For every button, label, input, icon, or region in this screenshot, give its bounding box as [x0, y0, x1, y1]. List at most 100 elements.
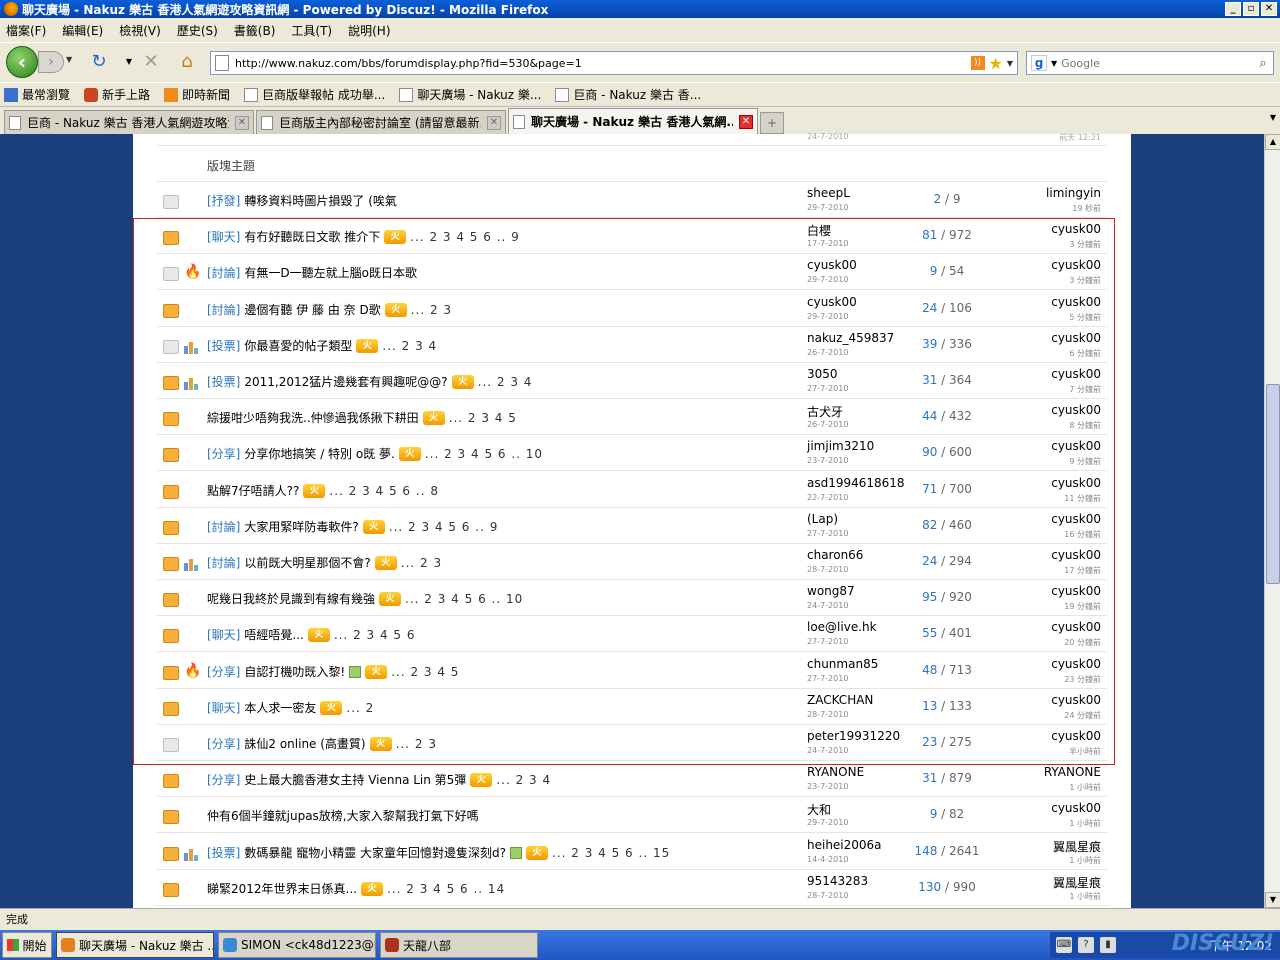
thread-category-link[interactable]: [投票]: [207, 337, 240, 354]
url-text[interactable]: http://www.nakuz.com/bbs/forumdisplay.ph…: [235, 57, 971, 70]
thread-title-link[interactable]: 睇緊2012年世界末日係真...: [207, 880, 357, 897]
last-post-time[interactable]: 3 分鐘前: [1069, 239, 1101, 250]
folder-icon[interactable]: [163, 593, 179, 607]
last-poster-link[interactable]: cyusk00: [1051, 367, 1101, 381]
scroll-thumb[interactable]: [1266, 384, 1280, 584]
folder-icon[interactable]: [163, 267, 179, 281]
thread-title-link[interactable]: 綜援咁少唔夠我洗..仲慘過我係揪下耕田: [207, 409, 419, 426]
last-poster-link[interactable]: cyusk00: [1051, 584, 1101, 598]
bookmark-jushang[interactable]: 巨商 - Nakuz 樂古 香...: [555, 86, 701, 103]
thread-author-link[interactable]: 古犬牙: [807, 403, 843, 420]
thread-title-link[interactable]: 數碼暴龍 寵物小精靈 大家童年回憶對邊隻深刻d?: [244, 844, 506, 861]
menu-file[interactable]: 檔案(F): [6, 22, 46, 39]
thread-category-link[interactable]: [投票]: [207, 373, 240, 390]
scroll-down-icon[interactable]: ▼: [1265, 892, 1280, 908]
menu-tools[interactable]: 工具(T): [291, 22, 332, 39]
last-poster-link[interactable]: cyusk00: [1051, 476, 1101, 490]
last-poster-link[interactable]: cyusk00: [1051, 657, 1101, 671]
last-post-time[interactable]: 20 分鐘前: [1064, 637, 1101, 648]
folder-icon[interactable]: [163, 448, 179, 462]
thread-category-link[interactable]: [聊天]: [207, 228, 240, 245]
thread-author-link[interactable]: cyusk00: [807, 258, 857, 272]
thread-category-link[interactable]: [討論]: [207, 554, 240, 571]
thread-author-link[interactable]: cyusk00: [807, 295, 857, 309]
reload-icon[interactable]: ↻: [88, 51, 110, 73]
folder-icon[interactable]: [163, 376, 179, 390]
last-post-time[interactable]: 19 分鐘前: [1064, 601, 1101, 612]
thread-page-links[interactable]: ... 2 3 4 5: [449, 411, 517, 425]
menu-edit[interactable]: 編輯(E): [62, 22, 103, 39]
bookmark-star-icon[interactable]: ★: [989, 54, 1003, 73]
thread-category-link[interactable]: [分享]: [207, 735, 240, 752]
thread-category-link[interactable]: [討論]: [207, 518, 240, 535]
thread-title-link[interactable]: 唔經唔覺...: [244, 626, 303, 643]
close-tab-icon[interactable]: ✕: [739, 114, 753, 129]
folder-icon[interactable]: [163, 629, 179, 643]
folder-icon[interactable]: [163, 304, 179, 318]
thread-page-links[interactable]: ... 2 3: [396, 737, 437, 751]
last-poster-link[interactable]: cyusk00: [1051, 729, 1101, 743]
thread-category-link[interactable]: [抒發]: [207, 192, 240, 209]
thread-title-link[interactable]: 分享你地搞笑 / 特別 o既 夢.: [244, 445, 394, 462]
last-poster-link[interactable]: 翼風星痕: [1053, 874, 1101, 891]
close-button[interactable]: ✕: [1261, 2, 1277, 16]
last-poster-link[interactable]: cyusk00: [1051, 620, 1101, 634]
folder-icon[interactable]: [163, 521, 179, 535]
last-poster-link[interactable]: cyusk00: [1051, 548, 1101, 562]
thread-author-link[interactable]: RYANONE: [807, 765, 864, 779]
folder-icon[interactable]: [163, 557, 179, 571]
close-tab-icon[interactable]: ✕: [487, 115, 501, 130]
thread-title-link[interactable]: 誅仙2 online (高畫質): [244, 735, 365, 752]
thread-page-links[interactable]: ... 2 3 4: [382, 339, 437, 353]
bookmark-getting-started[interactable]: 新手上路: [84, 86, 150, 103]
last-post-time[interactable]: 7 分鐘前: [1069, 384, 1101, 395]
new-tab-button[interactable]: +: [760, 112, 784, 134]
last-poster-link[interactable]: cyusk00: [1051, 258, 1101, 272]
last-post-time[interactable]: 9 分鐘前: [1069, 456, 1101, 467]
last-post-time[interactable]: 11 分鐘前: [1064, 493, 1101, 504]
thread-author-link[interactable]: 3050: [807, 367, 838, 381]
network-icon[interactable]: ▮: [1100, 937, 1116, 953]
tab-chat-plaza[interactable]: 聊天廣場 - Nakuz 樂古 香港人氣網... ✕: [508, 108, 758, 134]
thread-author-link[interactable]: loe@live.hk: [807, 620, 877, 634]
thread-page-links[interactable]: ... 2 3: [401, 556, 442, 570]
thread-page-links[interactable]: ... 2 3 4 5 6 .. 15: [552, 846, 670, 860]
minimize-button[interactable]: _: [1225, 2, 1241, 16]
tab-jushang[interactable]: 巨商 - Nakuz 樂古 香港人氣網遊攻略資... ✕: [4, 110, 254, 134]
thread-author-link[interactable]: charon66: [807, 548, 863, 562]
thread-page-links[interactable]: ... 2 3 4: [496, 773, 551, 787]
thread-title-link[interactable]: 史上最大膽香港女主持 Vienna Lin 第5彈: [244, 771, 466, 788]
menu-bookmarks[interactable]: 書籤(B): [234, 22, 276, 39]
menu-history[interactable]: 歷史(S): [177, 22, 218, 39]
thread-title-link[interactable]: 轉移資料時圖片損毀了 (唉氣: [244, 192, 397, 209]
last-post-time[interactable]: 5 分鐘前: [1069, 312, 1101, 323]
address-bar[interactable]: http://www.nakuz.com/bbs/forumdisplay.ph…: [210, 51, 1018, 75]
thread-title-link[interactable]: 2011,2012猛片邊幾套有興趣呢@@?: [244, 373, 447, 390]
last-poster-link[interactable]: cyusk00: [1051, 222, 1101, 236]
thread-title-link[interactable]: 點解7仔唔請人??: [207, 482, 299, 499]
thread-page-links[interactable]: ... 2 3 4 5 6 .. 9: [389, 520, 499, 534]
search-input[interactable]: [1061, 56, 1253, 70]
task-game[interactable]: 天龍八部: [380, 932, 538, 958]
folder-icon[interactable]: [163, 738, 179, 752]
last-post-time[interactable]: 17 分鐘前: [1064, 565, 1101, 576]
thread-title-link[interactable]: 以前既大明星那個不會?: [244, 554, 370, 571]
thread-title-link[interactable]: 有無一D一聽左就上腦o既日本歌: [244, 264, 417, 281]
last-poster-link[interactable]: limingyin: [1046, 186, 1101, 200]
folder-icon[interactable]: [163, 774, 179, 788]
folder-icon[interactable]: [163, 810, 179, 824]
scroll-up-icon[interactable]: ▲: [1265, 134, 1280, 150]
search-box[interactable]: g ▼ ⌕: [1026, 51, 1274, 75]
thread-category-link[interactable]: [討論]: [207, 264, 240, 281]
vertical-scrollbar[interactable]: ▲ ▼: [1264, 134, 1280, 908]
last-poster-link[interactable]: RYANONE: [1044, 765, 1101, 779]
thread-title-link[interactable]: 大家用緊咩防毒軟件?: [244, 518, 358, 535]
last-poster-link[interactable]: cyusk00: [1051, 801, 1101, 815]
url-dropdown-icon[interactable]: ▼: [1007, 59, 1013, 68]
history-dropdown-icon[interactable]: ▼: [66, 55, 72, 64]
home-icon[interactable]: ⌂: [176, 51, 198, 73]
thread-category-link[interactable]: [投票]: [207, 844, 240, 861]
tab-moderator-room[interactable]: 巨商版主內部秘密討論室 (請留意最新... ✕: [256, 110, 506, 134]
last-post-time[interactable]: 6 分鐘前: [1069, 348, 1101, 359]
thread-author-link[interactable]: jimjim3210: [807, 439, 874, 453]
